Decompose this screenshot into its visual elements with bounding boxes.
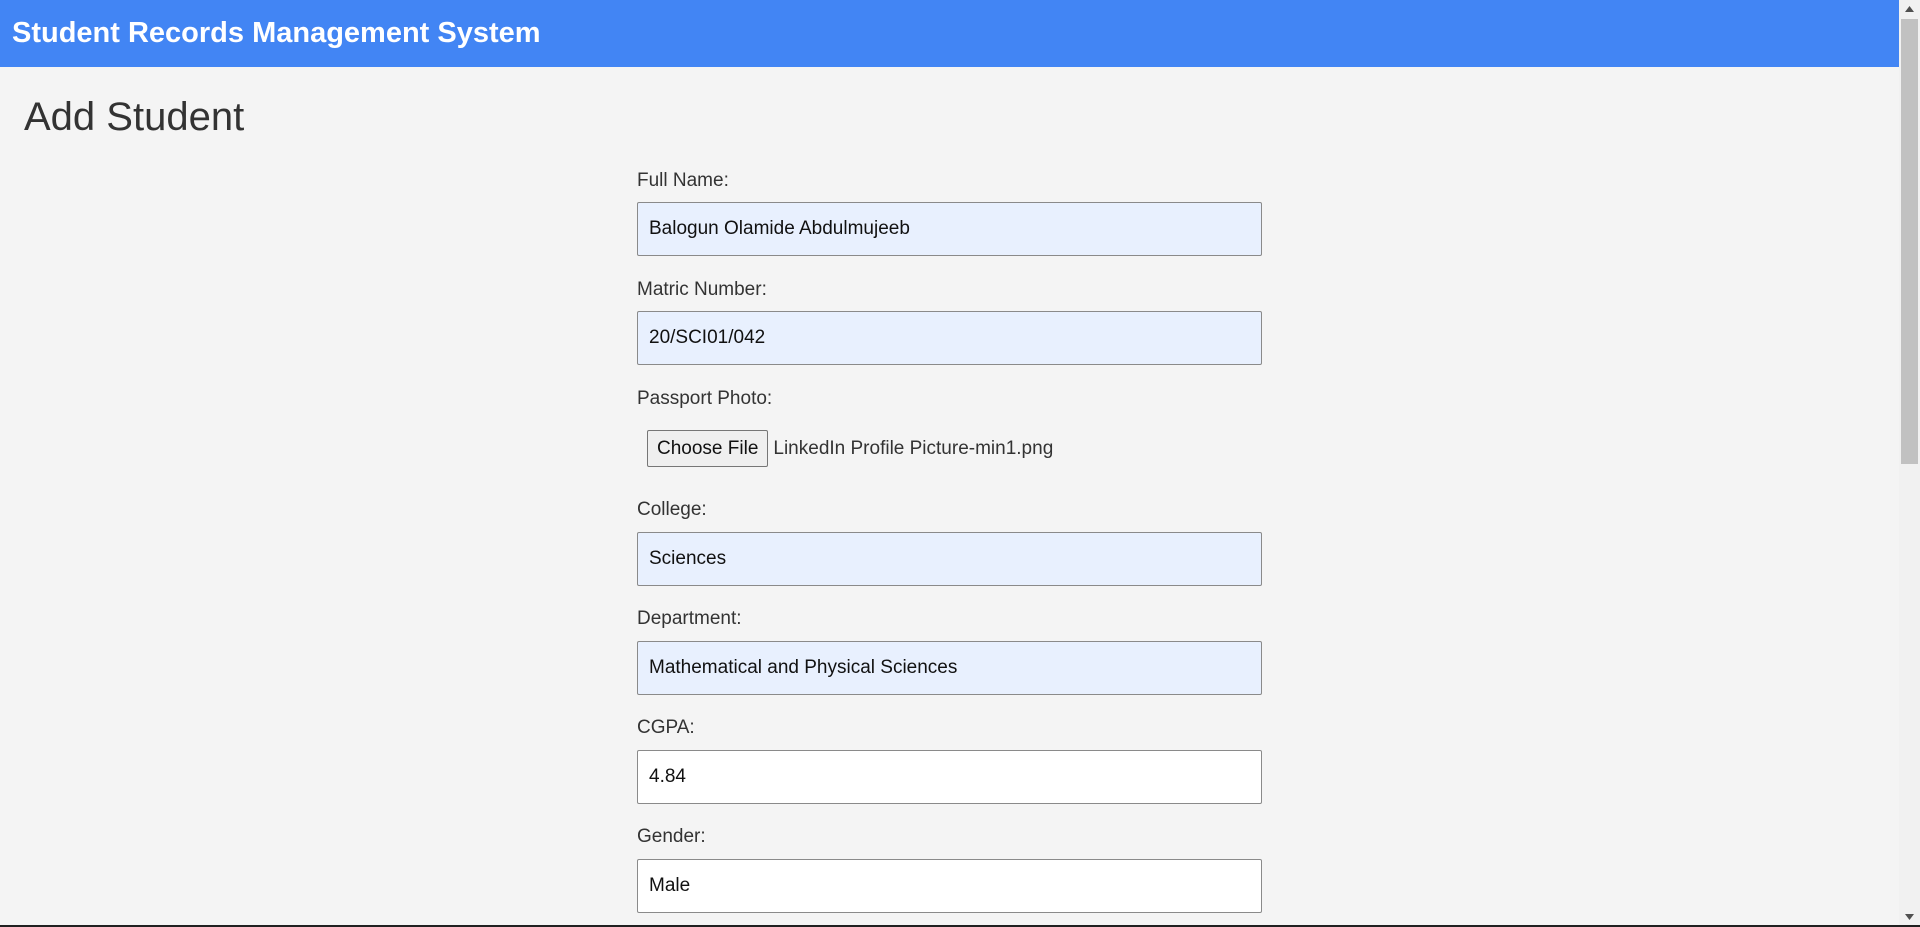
selected-file-name: LinkedIn Profile Picture-min1.png: [773, 437, 1054, 459]
page-content: Student Records Management System Add St…: [0, 0, 1899, 925]
matric-number-input[interactable]: [637, 311, 1262, 365]
triangle-up-icon[interactable]: [1899, 0, 1920, 17]
college-input[interactable]: [637, 532, 1262, 586]
scrollbar-thumb[interactable]: [1901, 19, 1918, 464]
choose-file-button[interactable]: Choose File: [647, 430, 769, 467]
gender-label: Gender:: [637, 826, 706, 847]
site-header: Student Records Management System: [0, 0, 1899, 67]
college-label: College:: [637, 499, 707, 520]
passport-photo-label: Passport Photo:: [637, 388, 773, 409]
site-title: Student Records Management System: [12, 17, 541, 49]
cgpa-label: CGPA:: [637, 717, 695, 738]
full-name-label: Full Name:: [637, 170, 729, 191]
triangle-down-icon[interactable]: [1899, 908, 1920, 925]
vertical-scrollbar[interactable]: [1899, 0, 1920, 927]
cgpa-input[interactable]: [637, 750, 1262, 804]
full-name-input[interactable]: [637, 202, 1262, 256]
page-title: Add Student: [24, 95, 245, 139]
browser-viewport: Student Records Management System Add St…: [0, 0, 1920, 927]
gender-input[interactable]: [637, 859, 1262, 913]
matric-number-label: Matric Number:: [637, 279, 767, 300]
department-input[interactable]: [637, 641, 1262, 695]
passport-photo-file-picker: Choose File LinkedIn Profile Picture-min…: [647, 430, 1053, 467]
department-label: Department:: [637, 608, 742, 629]
